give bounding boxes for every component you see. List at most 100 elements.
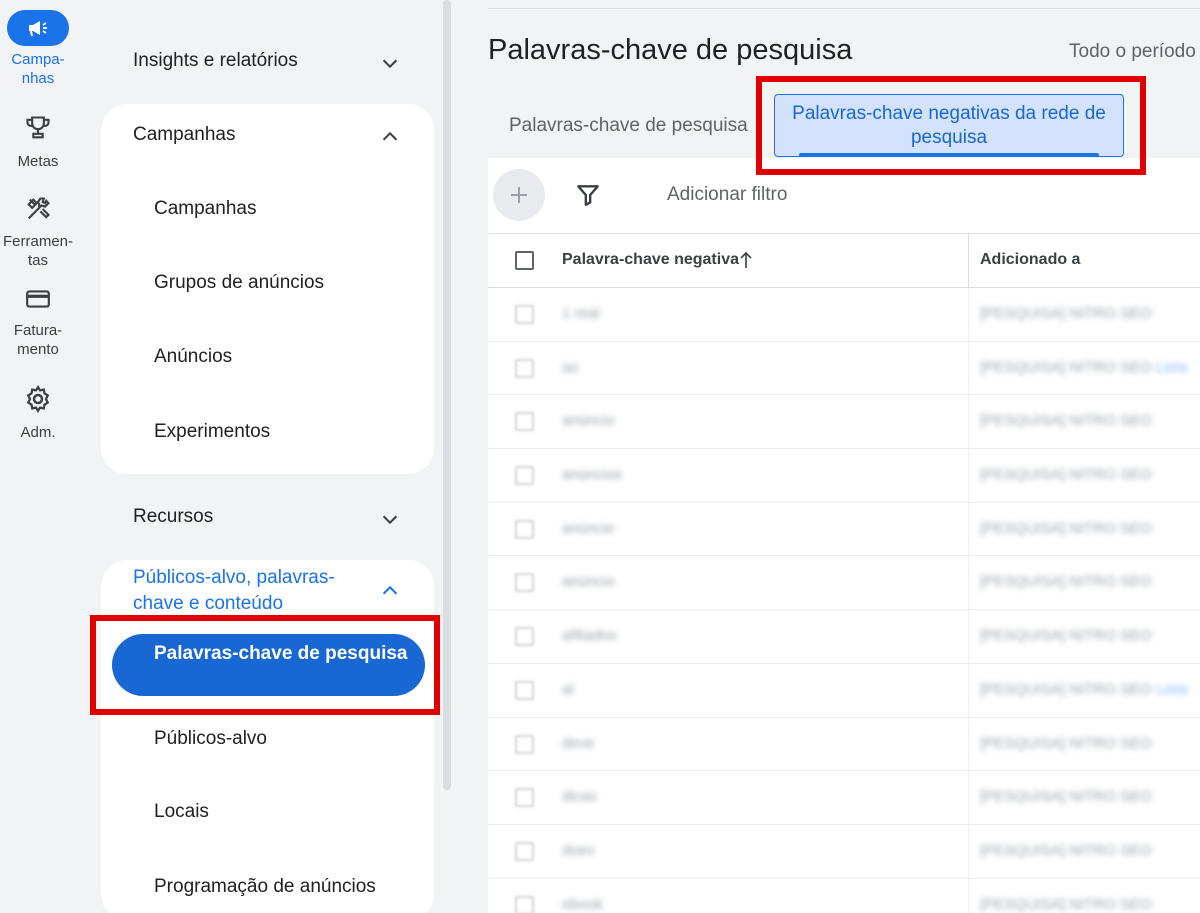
row-checkbox[interactable] — [515, 895, 534, 913]
column-divider — [968, 717, 969, 771]
chevron-down-icon — [382, 59, 398, 69]
table-row[interactable]: ebook [PESQUISA] NITRO SEO — [488, 878, 1200, 913]
table-row[interactable]: deve [PESQUISA] NITRO SEO — [488, 717, 1200, 772]
navigation-panel: Insights e relatórios Campanhas Campanha… — [76, 0, 453, 913]
added-to-cell: [PESQUISA] NITRO SEO — [980, 412, 1152, 429]
nav-item-programacao-de-anuncios[interactable]: Programação de anúncios — [154, 876, 376, 898]
table-row[interactable]: anúncio [PESQUISA] NITRO SEO — [488, 556, 1200, 611]
campaign-name: [PESQUISA] NITRO SEO — [980, 788, 1152, 806]
nav-item-grupos-de-anuncios[interactable]: Grupos de anúncios — [154, 272, 324, 294]
table-row[interactable]: does [PESQUISA] NITRO SEO — [488, 824, 1200, 879]
rail-label: Campa- nhas — [11, 51, 65, 87]
tab-palavras-chave-de-pesquisa[interactable]: Palavras-chave de pesquisa — [509, 115, 748, 137]
nav-section-label: Campanhas — [133, 124, 236, 145]
keyword-cell: anúncios — [562, 466, 623, 484]
row-checkbox[interactable] — [515, 841, 534, 861]
keyword-cell: ebook — [562, 895, 603, 913]
keyword-cell: al — [562, 680, 574, 698]
date-range-selector[interactable]: Todo o período — [1069, 41, 1196, 63]
nav-item-anuncios[interactable]: Anúncios — [154, 346, 232, 368]
nav-scrollbar[interactable] — [443, 0, 451, 790]
chevron-up-icon — [382, 131, 398, 141]
keyword-cell: anúncio — [562, 412, 615, 430]
keyword-cell: deve — [562, 734, 595, 752]
column-divider — [968, 449, 969, 502]
sort-ascending-icon[interactable] — [738, 250, 754, 270]
added-to-cell: [PESQUISA] NITRO SEO — [980, 842, 1152, 859]
nav-section-campanhas[interactable]: Campanhas — [133, 124, 401, 146]
column-divider — [968, 502, 969, 556]
row-checkbox[interactable] — [515, 466, 534, 486]
table-header: Palavra-chave negativa Adicionado a — [488, 234, 1200, 288]
rail-item-metas[interactable]: Metas — [0, 113, 76, 171]
add-keyword-button[interactable] — [493, 169, 545, 221]
added-to-cell: [PESQUISA] NITRO SEO — [980, 573, 1152, 590]
highlight-box-nav — [90, 615, 440, 715]
keyword-cell: does — [562, 841, 595, 859]
row-checkbox[interactable] — [515, 627, 534, 647]
column-divider — [968, 395, 969, 449]
added-to-cell: [PESQUISA] NITRO SEO — [980, 466, 1152, 483]
rail-item-campanhas[interactable]: Campa- nhas — [0, 10, 76, 88]
campaign-name: [PESQUISA] NITRO SEO — [980, 305, 1152, 322]
added-to-cell: [PESQUISA] NITRO SEO — [980, 305, 1152, 322]
nav-item-campanhas[interactable]: Campanhas — [154, 198, 256, 220]
tools-icon — [0, 195, 76, 228]
table-row[interactable]: anúncios [PESQUISA] NITRO SEO — [488, 449, 1200, 503]
table-row[interactable]: dicas [PESQUISA] NITRO SEO — [488, 771, 1200, 825]
table-body: 1 real [PESQUISA] NITRO SEO ao [PESQUISA] … — [488, 288, 1200, 913]
rail-label: Ferramen- tas — [2, 233, 73, 269]
page-title: Palavras-chave de pesquisa — [488, 34, 853, 66]
campaign-name: [PESQUISA] NITRO SEO — [980, 412, 1152, 430]
left-rail: Campa- nhas Metas Ferramen- tas Fatura- … — [0, 0, 76, 913]
column-header-added-to[interactable]: Adicionado a — [980, 251, 1080, 269]
added-to-cell: [PESQUISA] NITRO SEO — [980, 735, 1152, 752]
row-checkbox[interactable] — [515, 573, 534, 593]
row-checkbox[interactable] — [515, 519, 534, 539]
rail-item-adm[interactable]: Adm. — [0, 384, 76, 442]
row-checkbox[interactable] — [515, 680, 534, 700]
campaign-name: [PESQUISA] NITRO SEO — [980, 895, 1152, 913]
select-all-checkbox[interactable] — [515, 251, 534, 270]
nav-item-experimentos[interactable]: Experimentos — [154, 421, 270, 443]
row-checkbox[interactable] — [515, 358, 534, 378]
table-row[interactable]: anúncio [PESQUISA] NITRO SEO — [488, 395, 1200, 450]
keyword-cell: anúncio — [562, 573, 615, 591]
row-checkbox[interactable] — [515, 412, 534, 432]
table-row[interactable]: ao [PESQUISA] NITRO SEO Lista — [488, 341, 1200, 396]
campaign-name: [PESQUISA] NITRO SEO — [980, 734, 1152, 752]
nav-item-publicos-alvo[interactable]: Públicos-alvo — [154, 728, 267, 750]
rail-item-ferramentas[interactable]: Ferramen- tas — [0, 195, 76, 270]
column-divider — [968, 610, 969, 663]
keyword-cell: afiliados — [562, 627, 618, 645]
add-filter-button[interactable]: Adicionar filtro — [667, 184, 787, 206]
column-divider — [968, 234, 969, 288]
rail-label: Metas — [17, 153, 59, 170]
plus-icon — [511, 187, 527, 203]
campaign-name: [PESQUISA] NITRO SEO — [980, 519, 1152, 537]
list-link[interactable]: Lista — [1156, 681, 1188, 698]
added-to-cell: [PESQUISA] NITRO SEO — [980, 896, 1152, 913]
campaign-name: [PESQUISA] NITRO SEO — [980, 573, 1152, 591]
column-header-keyword[interactable]: Palavra-chave negativa — [562, 251, 739, 269]
gear-icon — [0, 384, 76, 419]
list-link[interactable]: Lista — [1156, 359, 1188, 376]
nav-section-insights[interactable]: Insights e relatórios — [133, 50, 401, 72]
column-divider — [968, 878, 969, 913]
filter-icon[interactable] — [575, 182, 601, 208]
row-checkbox[interactable] — [515, 305, 534, 324]
column-divider — [968, 771, 969, 824]
row-checkbox[interactable] — [515, 788, 534, 808]
nav-section-publicos[interactable]: Públicos-alvo, palavras-chave e conteúdo — [133, 565, 401, 619]
nav-section-recursos[interactable]: Recursos — [133, 506, 401, 528]
table-row[interactable]: afiliados [PESQUISA] NITRO SEO — [488, 610, 1200, 664]
nav-item-locais[interactable]: Locais — [154, 801, 209, 823]
keyword-cell: anúncie — [562, 519, 615, 537]
table-row[interactable]: 1 real [PESQUISA] NITRO SEO — [488, 288, 1200, 342]
table-row[interactable]: anúncie [PESQUISA] NITRO SEO — [488, 502, 1200, 557]
rail-item-faturamento[interactable]: Fatura- mento — [0, 286, 76, 359]
row-checkbox[interactable] — [515, 734, 534, 754]
added-to-cell: [PESQUISA] NITRO SEO — [980, 520, 1152, 537]
table-row[interactable]: al [PESQUISA] NITRO SEO Lista — [488, 663, 1200, 718]
column-divider — [968, 824, 969, 878]
